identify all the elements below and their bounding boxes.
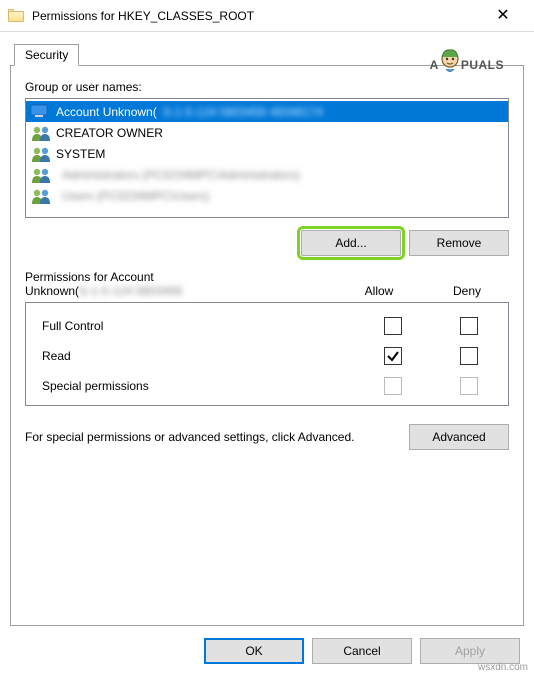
- dialog-footer: OK Cancel Apply: [0, 626, 534, 676]
- close-button[interactable]: ✕: [480, 1, 526, 31]
- monitor-icon: [30, 104, 48, 118]
- window-title: Permissions for HKEY_CLASSES_ROOT: [32, 9, 480, 23]
- user-name: CREATOR OWNER: [56, 126, 163, 140]
- user-name: SYSTEM: [56, 147, 105, 161]
- user-obscured-detail: S-1-5-124 0803456 48348174: [163, 105, 323, 119]
- user-list-item[interactable]: CREATOR OWNER: [26, 122, 508, 143]
- add-button[interactable]: Add...: [301, 230, 401, 256]
- title-bar: Permissions for HKEY_CLASSES_ROOT ✕: [0, 0, 534, 32]
- apply-button[interactable]: Apply: [420, 638, 520, 664]
- permissions-heading: Permissions for Account Unknown(S-1-5-12…: [25, 270, 509, 298]
- user-listbox[interactable]: Account Unknown( S-1-5-124 0803456 483481…: [25, 98, 509, 218]
- permission-label: Read: [38, 349, 384, 363]
- group-icon: [30, 125, 52, 141]
- permissions-box: Full Control Read Special permissions: [25, 302, 509, 406]
- group-icon: [30, 188, 52, 204]
- group-icon: [30, 167, 52, 183]
- allow-column-header: Allow: [359, 284, 399, 298]
- permission-row: Special permissions: [38, 371, 496, 401]
- group-icon: [30, 146, 52, 162]
- permission-row: Read: [38, 341, 496, 371]
- user-obscured-detail: Users (PC0234MPC\Users): [62, 189, 209, 203]
- watermark-logo: A PUALS: [430, 44, 504, 77]
- perm-heading-line2: Unknown(S-1-5-124 0803456: [25, 284, 359, 298]
- remove-button[interactable]: Remove: [409, 230, 509, 256]
- cancel-button[interactable]: Cancel: [312, 638, 412, 664]
- tab-security[interactable]: Security: [14, 44, 79, 66]
- user-list-item[interactable]: SYSTEM: [26, 143, 508, 164]
- deny-checkbox[interactable]: [460, 317, 478, 335]
- permission-row: Full Control: [38, 311, 496, 341]
- folder-icon: [8, 9, 24, 22]
- group-label: Group or user names:: [25, 80, 509, 94]
- user-name: Account Unknown(: [56, 105, 157, 119]
- deny-checkbox[interactable]: [460, 347, 478, 365]
- advanced-help-text: For special permissions or advanced sett…: [25, 429, 393, 446]
- deny-checkbox: [460, 377, 478, 395]
- advanced-button[interactable]: Advanced: [409, 424, 509, 450]
- attribution-text: wsxdn.com: [478, 662, 528, 673]
- user-list-item[interactable]: Users (PC0234MPC\Users): [26, 185, 508, 206]
- cartoon-icon: [437, 47, 463, 77]
- deny-column-header: Deny: [447, 284, 487, 298]
- allow-checkbox[interactable]: [384, 317, 402, 335]
- user-list-item[interactable]: Administrators (PC0234MPC\Administrators…: [26, 164, 508, 185]
- permission-label: Full Control: [38, 319, 384, 333]
- perm-heading-line1: Permissions for Account: [25, 270, 359, 284]
- ok-button[interactable]: OK: [204, 638, 304, 664]
- user-list-item[interactable]: Account Unknown( S-1-5-124 0803456 483481…: [26, 101, 508, 122]
- user-obscured-detail: Administrators (PC0234MPC\Administrators…: [62, 168, 300, 182]
- permission-label: Special permissions: [38, 379, 384, 393]
- allow-checkbox: [384, 377, 402, 395]
- tab-content: Group or user names: Account Unknown( S-1…: [10, 66, 524, 626]
- allow-checkbox[interactable]: [384, 347, 402, 365]
